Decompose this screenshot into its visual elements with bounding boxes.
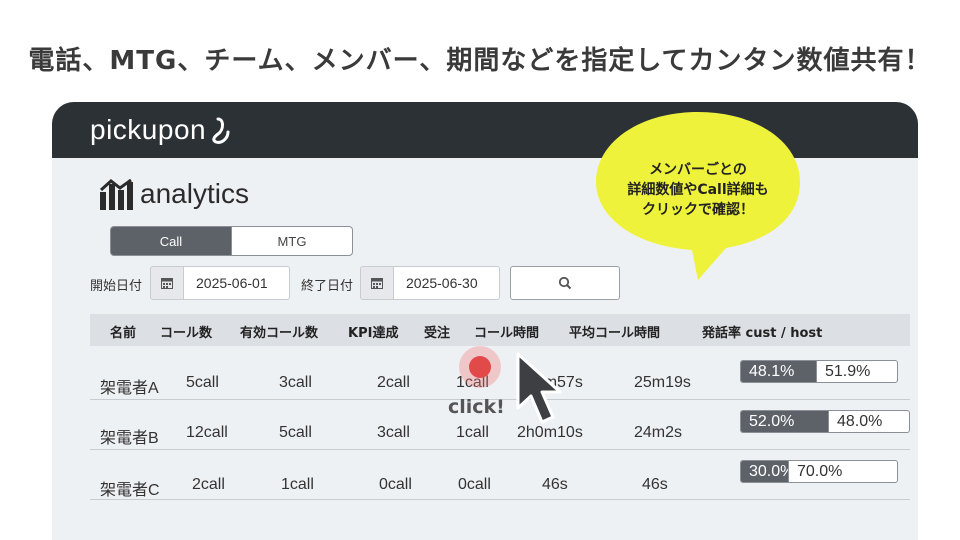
col-talk-ratio[interactable]: 発話率 cust / host	[702, 322, 822, 341]
cell-kpi: 3call	[377, 424, 410, 441]
click-label: click!	[448, 396, 505, 418]
start-date-input[interactable]: 2025-06-01	[184, 266, 290, 300]
brand-logo: pickupon	[90, 114, 207, 145]
host-ratio: 51.9%	[816, 361, 897, 382]
cell-valid-calls: 3call	[279, 374, 312, 391]
tab-call[interactable]: Call	[110, 226, 232, 256]
analytics-title: analytics	[140, 178, 249, 209]
cell-avg-call-time: 46s	[642, 476, 668, 493]
cell-kpi: 2call	[377, 374, 410, 391]
cust-ratio: 30.0%	[741, 461, 794, 482]
col-kpi[interactable]: KPI達成	[348, 322, 398, 341]
cell-orders: 0call	[458, 476, 491, 493]
col-valid-calls[interactable]: 有効コール数	[240, 322, 318, 341]
cell-call-time: 46s	[542, 476, 568, 493]
cell-kpi: 0call	[379, 476, 412, 493]
headline: 電話、MTG、チーム、メンバー、期間などを指定してカンタン数値共有！	[28, 46, 932, 76]
callout-line: 詳細数値やCall詳細も	[627, 182, 769, 198]
cell-avg-call-time: 25m19s	[634, 374, 691, 391]
tab-mtg[interactable]: MTG	[231, 226, 353, 256]
start-date-label: 開始日付	[90, 278, 143, 293]
analytics-logo: analytics	[98, 178, 249, 210]
col-orders[interactable]: 受注	[424, 322, 450, 341]
table-row[interactable]: 架電者A 5call 3call 2call 1call 2h5m57s 25m…	[90, 350, 910, 400]
member-name[interactable]: 架電者B	[100, 424, 159, 448]
member-name[interactable]: 架電者A	[100, 374, 159, 398]
talk-ratio-bar: 48.1% 51.9%	[740, 360, 898, 383]
table-row[interactable]: 架電者C 2call 1call 0call 0call 46s 46s 30.…	[90, 450, 910, 500]
click-indicator	[459, 346, 501, 388]
host-ratio: 70.0%	[788, 461, 897, 482]
analytics-bars-icon	[99, 178, 133, 210]
cust-ratio: 48.1%	[741, 361, 816, 382]
click-indicator-dot	[469, 356, 491, 378]
talk-ratio-bar: 52.0% 48.0%	[740, 410, 910, 433]
search-icon	[558, 276, 572, 290]
end-date-label: 終了日付	[301, 278, 354, 293]
callout-line: メンバーごとの	[649, 162, 747, 178]
cell-valid-calls: 5call	[279, 424, 312, 441]
start-calendar-button[interactable]	[150, 266, 184, 300]
col-name[interactable]: 名前	[110, 322, 136, 341]
cursor-arrow-icon	[516, 352, 562, 424]
table-header: 名前 コール数 有効コール数 KPI達成 受注 コール時間 平均コール時間 発話…	[90, 314, 910, 346]
host-ratio: 48.0%	[828, 411, 909, 432]
cell-calls: 12call	[186, 424, 228, 441]
talk-ratio-bar: 30.0% 70.0%	[740, 460, 898, 483]
cell-calls: 2call	[192, 476, 225, 493]
cell-calls: 5call	[186, 374, 219, 391]
end-date-input[interactable]: 2025-06-30	[394, 266, 500, 300]
brand-swirl-icon	[212, 117, 230, 144]
calendar-icon	[161, 278, 173, 289]
cell-valid-calls: 1call	[281, 476, 314, 493]
cell-avg-call-time: 24m2s	[634, 424, 683, 441]
col-calls[interactable]: コール数	[160, 322, 212, 341]
calendar-icon	[371, 278, 383, 289]
member-name[interactable]: 架電者C	[100, 476, 160, 500]
cell-orders: 1call	[456, 424, 489, 441]
col-call-time[interactable]: コール時間	[474, 322, 539, 341]
col-avg-call-time[interactable]: 平均コール時間	[569, 322, 660, 341]
callout-line: クリックで確認！	[642, 202, 754, 218]
callout-text: メンバーごとの 詳細数値やCall詳細も クリックで確認！	[594, 160, 802, 220]
end-calendar-button[interactable]	[360, 266, 394, 300]
cust-ratio: 52.0%	[741, 411, 828, 432]
